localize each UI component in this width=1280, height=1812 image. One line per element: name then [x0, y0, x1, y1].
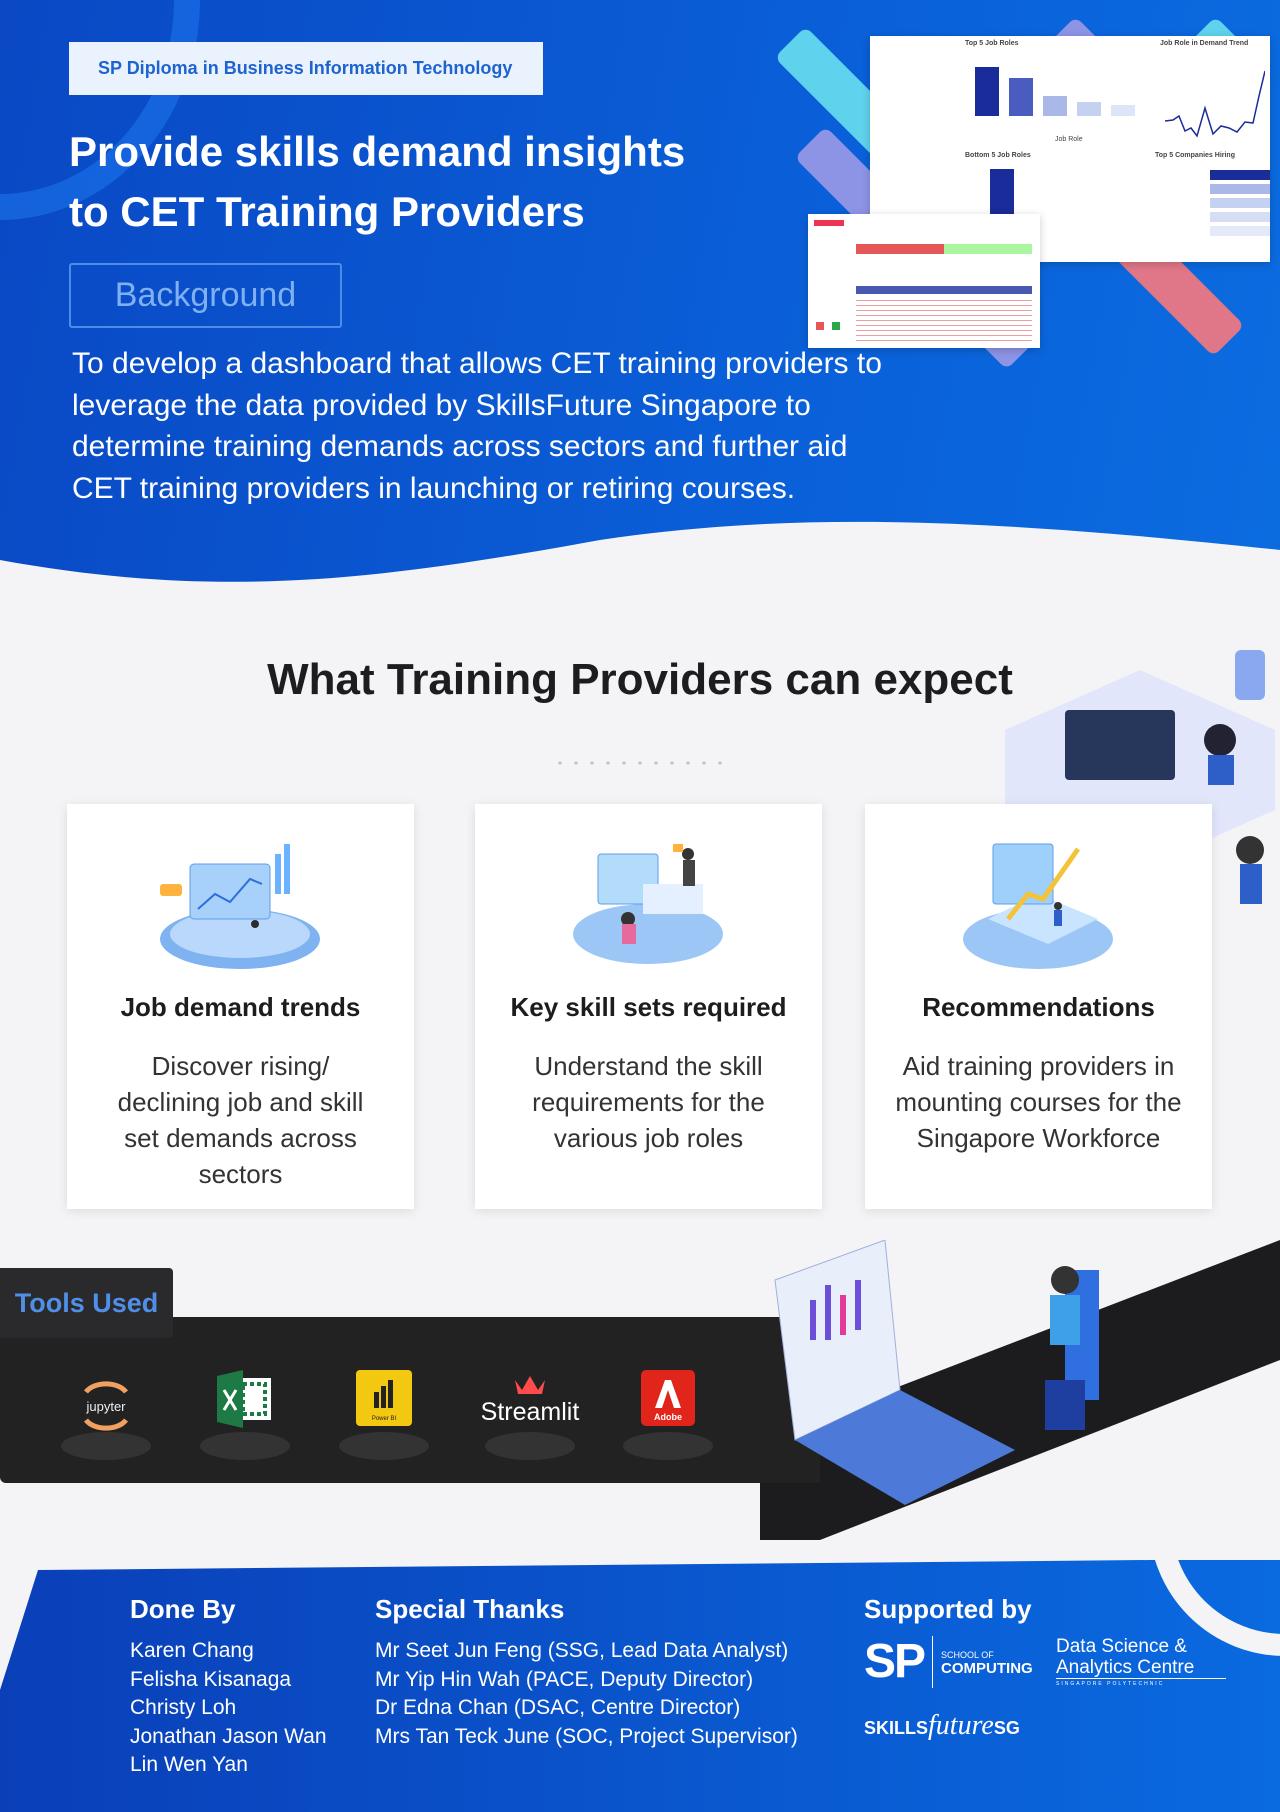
- bar: [975, 66, 999, 116]
- team-member: Felisha Kisanaga: [130, 1667, 292, 1691]
- skillsfuture-logo: SKILLS future SG: [864, 1710, 1020, 1742]
- thanks-entry: Mr Yip Hin Wah (PACE, Deputy Director): [375, 1667, 754, 1691]
- axis-label: Job Role: [1055, 136, 1083, 143]
- tool-jupyter: jupyter: [56, 1370, 156, 1460]
- thanks-entry: Mr Seet Jun Feng (SSG, Lead Data Analyst…: [375, 1639, 789, 1662]
- bar: [1210, 212, 1270, 222]
- bar: [1210, 226, 1270, 236]
- tool-adobe: Adobe: [618, 1370, 718, 1460]
- background-description: To develop a dashboard that allows CET t…: [72, 347, 882, 505]
- chart-title: Top 5 Job Roles: [965, 40, 1019, 47]
- adobe-logo: Adobe: [641, 1370, 695, 1426]
- card-title: Key skill sets required: [510, 992, 787, 1022]
- excel-logo: [217, 1370, 271, 1428]
- card-key-skill-sets: Key skill sets required Understand the s…: [475, 804, 822, 1209]
- supported-by-heading: Supported by: [864, 1594, 1032, 1624]
- team-list: Karen Chang Felisha Kisanaga Christy Loh…: [130, 1637, 327, 1780]
- card-description: Discover rising/ declining job and skill…: [117, 1051, 364, 1189]
- bar: [1210, 184, 1270, 194]
- team-member: Jonathan Jason Wan: [130, 1724, 327, 1748]
- chart-title: Top 5 Companies Hiring: [1155, 152, 1235, 159]
- title-line: to CET Training Providers: [69, 188, 585, 235]
- legend-swatch: [816, 322, 824, 330]
- thanks-list: Mr Seet Jun Feng (SSG, Lead Data Analyst…: [375, 1637, 798, 1751]
- skillsfuture-part: future: [928, 1710, 994, 1741]
- bar: [1043, 95, 1067, 116]
- dashboard-screenshot-skills: [808, 214, 1040, 348]
- team-member: Christy Loh: [130, 1696, 237, 1719]
- dsac-line: Data Science &: [1056, 1636, 1187, 1657]
- card-job-demand-trends: Job demand trends Discover rising/ decli…: [67, 804, 414, 1209]
- soc-line: COMPUTING: [941, 1660, 1033, 1677]
- gap-bar: [856, 244, 944, 254]
- skillsfuture-part: SKILLS: [864, 1718, 929, 1738]
- tool-streamlit: Streamlit: [470, 1370, 590, 1460]
- bar: [1009, 77, 1033, 116]
- bar: [1210, 198, 1270, 208]
- tool-excel: [195, 1370, 295, 1460]
- streamlit-logo: Streamlit: [481, 1376, 580, 1426]
- chart-title: Job Role in Demand Trend: [1160, 40, 1249, 47]
- match-bar: [944, 244, 1032, 254]
- card-recommendations: Recommendations Aid training providers i…: [865, 804, 1212, 1209]
- dsac-logo: Data Science & Analytics Centre SINGAPOR…: [1056, 1636, 1226, 1689]
- thanks-entry: Mrs Tan Teck June (SOC, Project Supervis…: [375, 1724, 798, 1748]
- bar: [1210, 170, 1270, 180]
- chart-title: Bottom 5 Job Roles: [965, 152, 1031, 159]
- skillsfuture-part: SG: [993, 1718, 1020, 1738]
- legend-swatch: [832, 322, 840, 330]
- dsac-subtitle: SINGAPORE POLYTECHNIC: [1056, 1681, 1165, 1687]
- team-member: Karen Chang: [130, 1639, 254, 1662]
- page-title: Provide skills demand insights to CET Tra…: [69, 122, 769, 242]
- card-title: Job demand trends: [120, 992, 361, 1022]
- background-label: Background: [69, 263, 342, 328]
- wave-divider: [0, 521, 1280, 660]
- thanks-entry: Dr Edna Chan (DSAC, Centre Director): [375, 1696, 741, 1719]
- hero-section: Top 5 Job Roles Job Role Job Role in Dem…: [0, 0, 1280, 600]
- powerbi-label: Power BI: [372, 1416, 397, 1422]
- bar-chart: [965, 56, 1145, 116]
- bar: [1111, 104, 1135, 116]
- analytics-illustration: [160, 844, 320, 969]
- skillsfuture-mini-logo: [814, 220, 844, 226]
- powerbi-logo: Power BI: [356, 1370, 412, 1426]
- sp-logo-text: SP: [864, 1635, 926, 1688]
- tool-powerbi: Power BI: [334, 1370, 434, 1460]
- tools-used-label: Tools Used: [0, 1268, 173, 1338]
- card-description: Understand the skill requirements for th…: [532, 1051, 765, 1153]
- team-member: Lin Wen Yan: [130, 1753, 248, 1776]
- jupyter-label: jupyter: [85, 1399, 126, 1414]
- growth-chart-illustration: [963, 843, 1113, 969]
- sp-computing-logo: SP SCHOOL OF COMPUTING: [864, 1636, 1033, 1688]
- table-header: [856, 286, 1032, 294]
- jupyter-logo: jupyter: [83, 1381, 129, 1431]
- dots-decoration: [552, 756, 728, 770]
- title-line: Provide skills demand insights: [69, 128, 686, 175]
- adobe-label: Adobe: [654, 1412, 682, 1422]
- special-thanks-heading: Special Thanks: [375, 1594, 565, 1624]
- line-chart: [1165, 70, 1265, 138]
- card-description: Aid training providers in mounting cours…: [895, 1051, 1182, 1153]
- done-by-heading: Done By: [130, 1594, 236, 1624]
- skills-table: [856, 297, 1032, 345]
- dsac-line: Analytics Centre: [1056, 1657, 1226, 1679]
- card-title: Recommendations: [922, 992, 1155, 1022]
- workspace-illustration: [573, 844, 723, 964]
- laptop-illustration: [774, 1240, 1099, 1505]
- diploma-badge: SP Diploma in Business Information Techn…: [69, 42, 543, 95]
- bar: [1077, 101, 1101, 116]
- streamlit-label: Streamlit: [481, 1398, 580, 1426]
